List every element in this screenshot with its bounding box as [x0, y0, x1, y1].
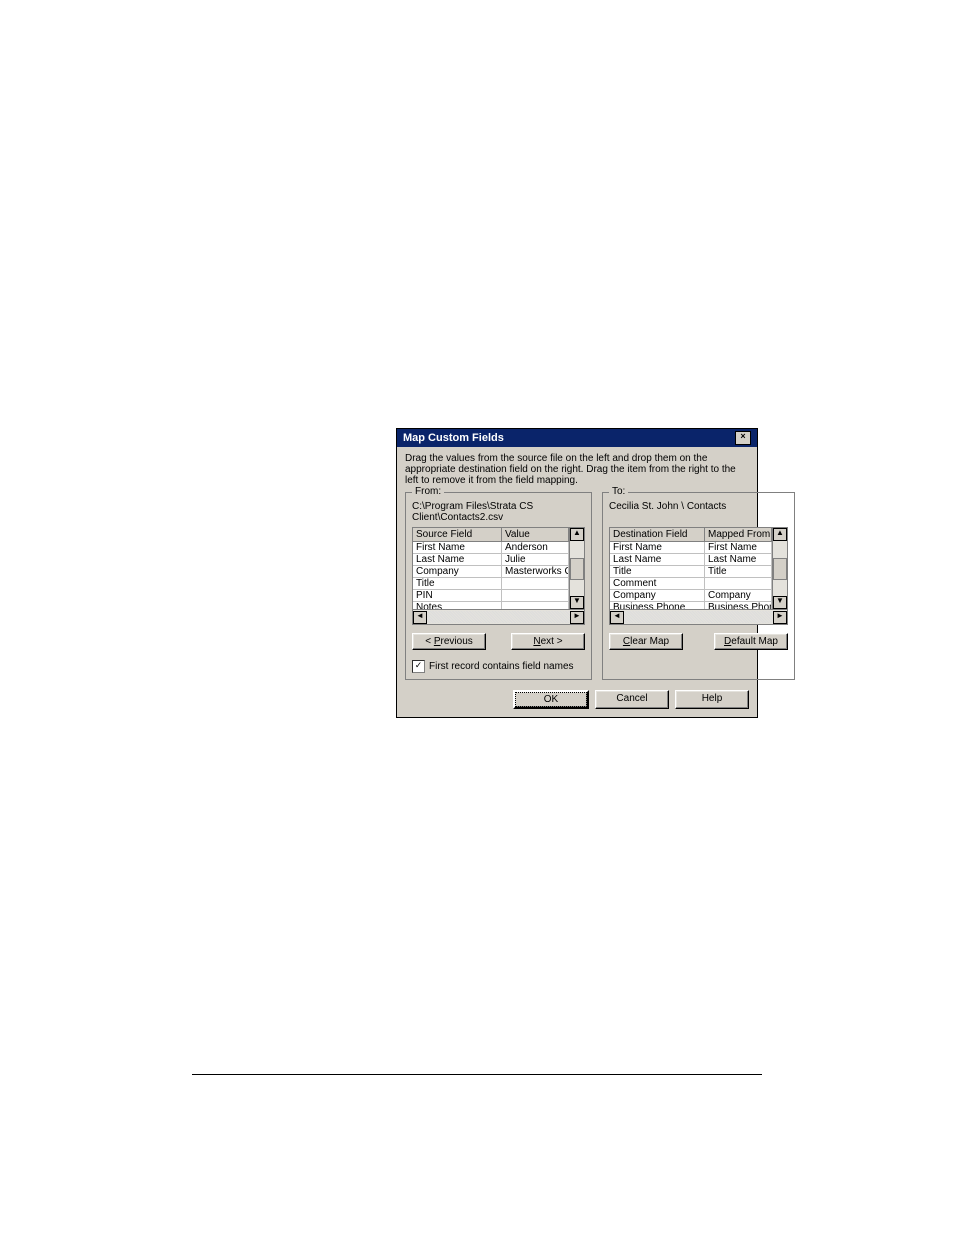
to-label: To:	[609, 486, 628, 497]
scroll-down-icon[interactable]: ▼	[773, 596, 787, 609]
table-row[interactable]: First NameAnderson	[413, 542, 569, 554]
scroll-up-icon[interactable]: ▲	[570, 528, 584, 541]
from-path: C:\Program Files\Strata CS Client\Contac…	[412, 501, 585, 523]
dest-vscroll[interactable]: ▲ ▼	[772, 528, 787, 609]
source-grid[interactable]: Source Field Value First NameAndersonLas…	[412, 527, 585, 625]
source-header-value[interactable]: Value	[502, 528, 569, 542]
close-icon[interactable]: ×	[735, 431, 751, 445]
table-row[interactable]: TitleTitle	[610, 566, 772, 578]
source-hscroll[interactable]: ◄ ►	[413, 609, 584, 624]
from-label: From:	[412, 486, 444, 497]
table-row[interactable]: Comment	[610, 578, 772, 590]
scroll-up-icon[interactable]: ▲	[773, 528, 787, 541]
dest-hscroll[interactable]: ◄ ►	[610, 609, 787, 624]
scroll-down-icon[interactable]: ▼	[570, 596, 584, 609]
default-map-button[interactable]: Default Map	[714, 633, 788, 650]
scroll-left-icon[interactable]: ◄	[610, 611, 624, 624]
map-custom-fields-dialog: Map Custom Fields × Drag the values from…	[396, 428, 758, 718]
first-record-checkbox[interactable]: ✓	[412, 660, 425, 673]
to-path: Cecilia St. John \ Contacts	[609, 501, 788, 523]
table-row[interactable]: Notes	[413, 602, 569, 609]
to-panel: To: Cecilia St. John \ Contacts Destinat…	[602, 492, 795, 680]
title-text: Map Custom Fields	[403, 432, 504, 444]
table-row[interactable]: CompanyCompany	[610, 590, 772, 602]
clear-map-button[interactable]: Clear Map	[609, 633, 683, 650]
table-row[interactable]: Last NameJulie	[413, 554, 569, 566]
help-button[interactable]: Help	[675, 690, 749, 709]
table-row[interactable]: First NameFirst Name	[610, 542, 772, 554]
from-panel: From: C:\Program Files\Strata CS Client\…	[405, 492, 592, 680]
dest-header-mapped[interactable]: Mapped From	[705, 528, 772, 542]
dest-header-field[interactable]: Destination Field	[610, 528, 705, 542]
scroll-right-icon[interactable]: ►	[570, 611, 584, 624]
titlebar[interactable]: Map Custom Fields ×	[397, 429, 757, 447]
checkbox-label: First record contains field names	[429, 661, 574, 672]
page-rule	[192, 1074, 762, 1075]
scroll-left-icon[interactable]: ◄	[413, 611, 427, 624]
source-vscroll[interactable]: ▲ ▼	[569, 528, 584, 609]
source-header-field[interactable]: Source Field	[413, 528, 502, 542]
next-button[interactable]: Next >	[511, 633, 585, 650]
instruction-text: Drag the values from the source file on …	[405, 453, 749, 486]
scroll-thumb[interactable]	[570, 558, 584, 580]
destination-grid[interactable]: Destination Field Mapped From First Name…	[609, 527, 788, 625]
scroll-right-icon[interactable]: ►	[773, 611, 787, 624]
table-row[interactable]: Last NameLast Name	[610, 554, 772, 566]
scroll-thumb[interactable]	[773, 558, 787, 580]
table-row[interactable]: Title	[413, 578, 569, 590]
table-row[interactable]: CompanyMasterworks Co	[413, 566, 569, 578]
cancel-button[interactable]: Cancel	[595, 690, 669, 709]
ok-button[interactable]: OK	[513, 690, 589, 709]
table-row[interactable]: Business PhoneBusiness Phone	[610, 602, 772, 609]
previous-button[interactable]: < Previous	[412, 633, 486, 650]
table-row[interactable]: PIN	[413, 590, 569, 602]
